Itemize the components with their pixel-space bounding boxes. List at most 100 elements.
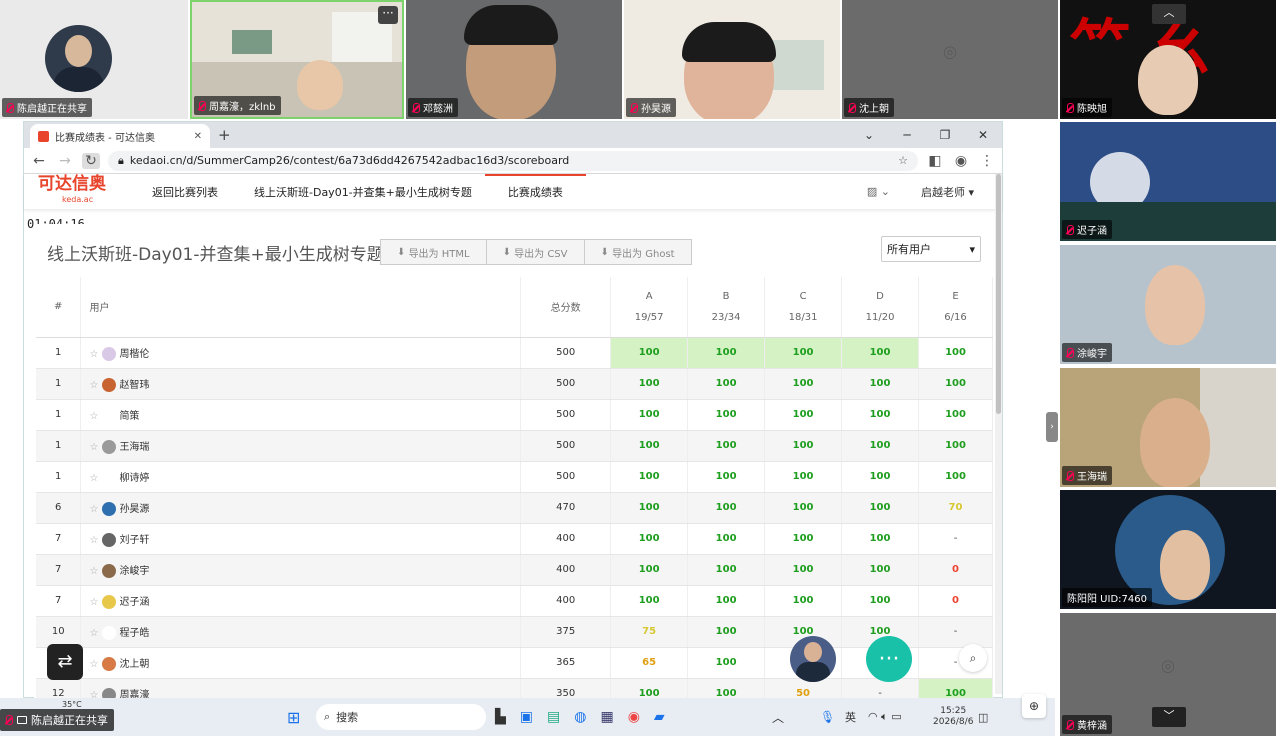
app-icon-1[interactable]: ▣ [520,709,533,725]
mic-tray-icon[interactable]: 🎙︎ [820,710,835,724]
participant-tile[interactable]: ⌾ 沈上朝 [842,0,1058,119]
export-csv-button[interactable]: ⬇ 导出为 CSV [485,239,585,265]
user-name[interactable]: 周楷伦 [119,349,149,360]
collapse-top-button[interactable]: ︿ [1152,4,1186,24]
browser-tab[interactable]: 比赛成绩表 - 可达信奥 ✕ [30,124,210,148]
user-name[interactable]: 柳诗婷 [119,473,149,484]
minimize-button[interactable]: ─ [888,128,926,142]
user-cell[interactable]: ☆ 柳诗婷 [80,461,522,493]
user-menu[interactable]: 启越老师 ▾ [921,184,974,200]
wifi-icon[interactable]: ◠ 🔈︎ ▭ [868,710,902,724]
star-icon[interactable]: ☆ [89,349,98,360]
star-icon[interactable]: ☆ [89,535,98,546]
user-filter-select[interactable]: 所有用户 ▾ [881,236,981,262]
start-icon[interactable]: ⊞ [287,708,300,727]
menu-icon[interactable]: ⋮ [978,153,996,169]
user-cell[interactable]: ☆ 周楷伦 [80,337,522,369]
nav-back-to-contests[interactable]: 返回比赛列表 [144,174,226,210]
participant-tile[interactable]: ··· 周嘉濠，zklnb [190,0,404,119]
side-toggle-button[interactable]: › [1046,412,1058,442]
user-name[interactable]: 王海瑞 [119,442,149,453]
participant-tile[interactable]: 迟子涵 [1060,122,1276,241]
export-html-button[interactable]: ⬇ 导出为 HTML [380,239,487,265]
site-logo[interactable]: 可达信奥 keda.ac [24,175,124,208]
collapse-side-button[interactable]: ﹀ [1152,707,1186,727]
scrollbar[interactable] [995,174,1002,694]
star-icon[interactable]: ☆ [89,597,98,608]
notification-icon[interactable]: ◫ [978,711,988,724]
user-cell[interactable]: ☆ 简策 [80,399,522,431]
user-name[interactable]: 孙昊源 [119,504,149,515]
notes-icon[interactable]: ▤ [547,709,560,725]
user-cell[interactable]: ☆ 涂峻宇 [80,554,522,586]
participant-tile[interactable]: 陈阳阳 UID:7460 [1060,490,1276,609]
restore-button[interactable]: ❐ [926,128,964,142]
star-icon[interactable]: ☆ [89,473,98,484]
participant-tile[interactable]: 孙昊源 [624,0,840,119]
bookmark-star-icon[interactable]: ☆ [898,154,908,167]
taskbar-search[interactable]: ⌕ 搜索 [316,704,486,730]
clock[interactable]: 15:25 2026/8/6 [933,706,973,728]
user-name[interactable]: 赵智玮 [119,380,149,391]
user-cell[interactable]: ☆ 程子皓 [80,616,522,648]
back-icon[interactable]: ← [30,153,48,169]
star-icon[interactable]: ☆ [89,659,98,670]
user-name[interactable]: 程子皓 [119,628,149,639]
col-problem[interactable]: E 6/16 [918,277,993,338]
zoom-in-icon[interactable]: ⊕ [1022,694,1046,718]
image-dropdown-icon[interactable]: ▨ ⌄ [867,185,890,198]
ime-indicator[interactable]: 英 [845,709,856,725]
forward-icon[interactable]: → [56,153,74,169]
score-value: 100 [715,564,737,575]
user-cell[interactable]: ☆ 孙昊源 [80,492,522,524]
star-icon[interactable]: ☆ [89,411,98,422]
side-panel-icon[interactable]: ◧ [926,153,944,169]
nav-contest-title[interactable]: 线上沃斯班-Day01-并查集+最小生成树专题 [246,174,480,210]
user-name[interactable]: 沈上朝 [119,659,149,670]
col-problem[interactable]: B 23/34 [687,277,766,338]
app-icon-2[interactable]: ▦ [600,709,613,725]
host-video-bubble[interactable] [790,636,836,682]
export-ghost-button[interactable]: ⬇ 导出为 Ghost [583,239,692,265]
star-icon[interactable]: ☆ [89,442,98,453]
rank-cell: 1 [36,368,82,400]
user-name[interactable]: 迟子涵 [119,597,149,608]
tab-search-icon[interactable]: ⌄ [850,128,888,142]
user-cell[interactable]: ☆ 王海瑞 [80,430,522,462]
profile-icon[interactable]: ◉ [952,153,970,169]
participant-tile[interactable]: 涂峻宇 [1060,245,1276,364]
app-icon-3[interactable]: ▰ [654,709,665,725]
url-bar[interactable]: 🔒︎ kedaoi.cn/d/SummerCamp26/contest/6a73… [108,150,918,171]
app-icon[interactable]: ⇄ [47,644,83,680]
user-cell[interactable]: ☆ 刘子轩 [80,523,522,555]
user-cell[interactable]: ☆ 沈上朝 [80,647,522,679]
col-problem[interactable]: C 18/31 [764,277,843,338]
new-tab-button[interactable]: + [210,126,239,148]
user-cell[interactable]: ☆ 迟子涵 [80,585,522,617]
user-name[interactable]: 刘子轩 [119,535,149,546]
col-problem[interactable]: D 11/20 [841,277,920,338]
user-name[interactable]: 涂峻宇 [119,566,149,577]
participant-tile[interactable]: 王海瑞 [1060,368,1276,487]
tray-expand-icon[interactable]: ︿ [772,709,784,726]
participant-tile[interactable]: 邓懿洲 [406,0,622,119]
taskview-icon[interactable]: ▙ [495,709,506,725]
close-window-button[interactable]: ✕ [964,128,1002,142]
weather-temp: 35°C [62,700,82,709]
reload-icon[interactable]: ↻ [82,152,100,169]
close-tab-icon[interactable]: ✕ [194,131,202,142]
star-icon[interactable]: ☆ [89,380,98,391]
star-icon[interactable]: ☆ [89,504,98,515]
participant-tile[interactable]: 陈启越正在共享 [0,0,188,119]
user-cell[interactable]: ☆ 赵智玮 [80,368,522,400]
chat-button[interactable]: ··· [866,636,912,682]
chrome-icon[interactable]: ◉ [628,709,640,725]
user-name[interactable]: 简策 [119,411,139,422]
col-problem[interactable]: A 19/57 [610,277,689,338]
nav-scoreboard[interactable]: 比赛成绩表 [484,173,586,210]
star-icon[interactable]: ☆ [89,566,98,577]
browser-icon[interactable]: ◍ [574,709,586,725]
zoom-search-icon[interactable]: ⌕ [959,644,987,672]
more-icon[interactable]: ··· [378,6,398,24]
star-icon[interactable]: ☆ [89,628,98,639]
